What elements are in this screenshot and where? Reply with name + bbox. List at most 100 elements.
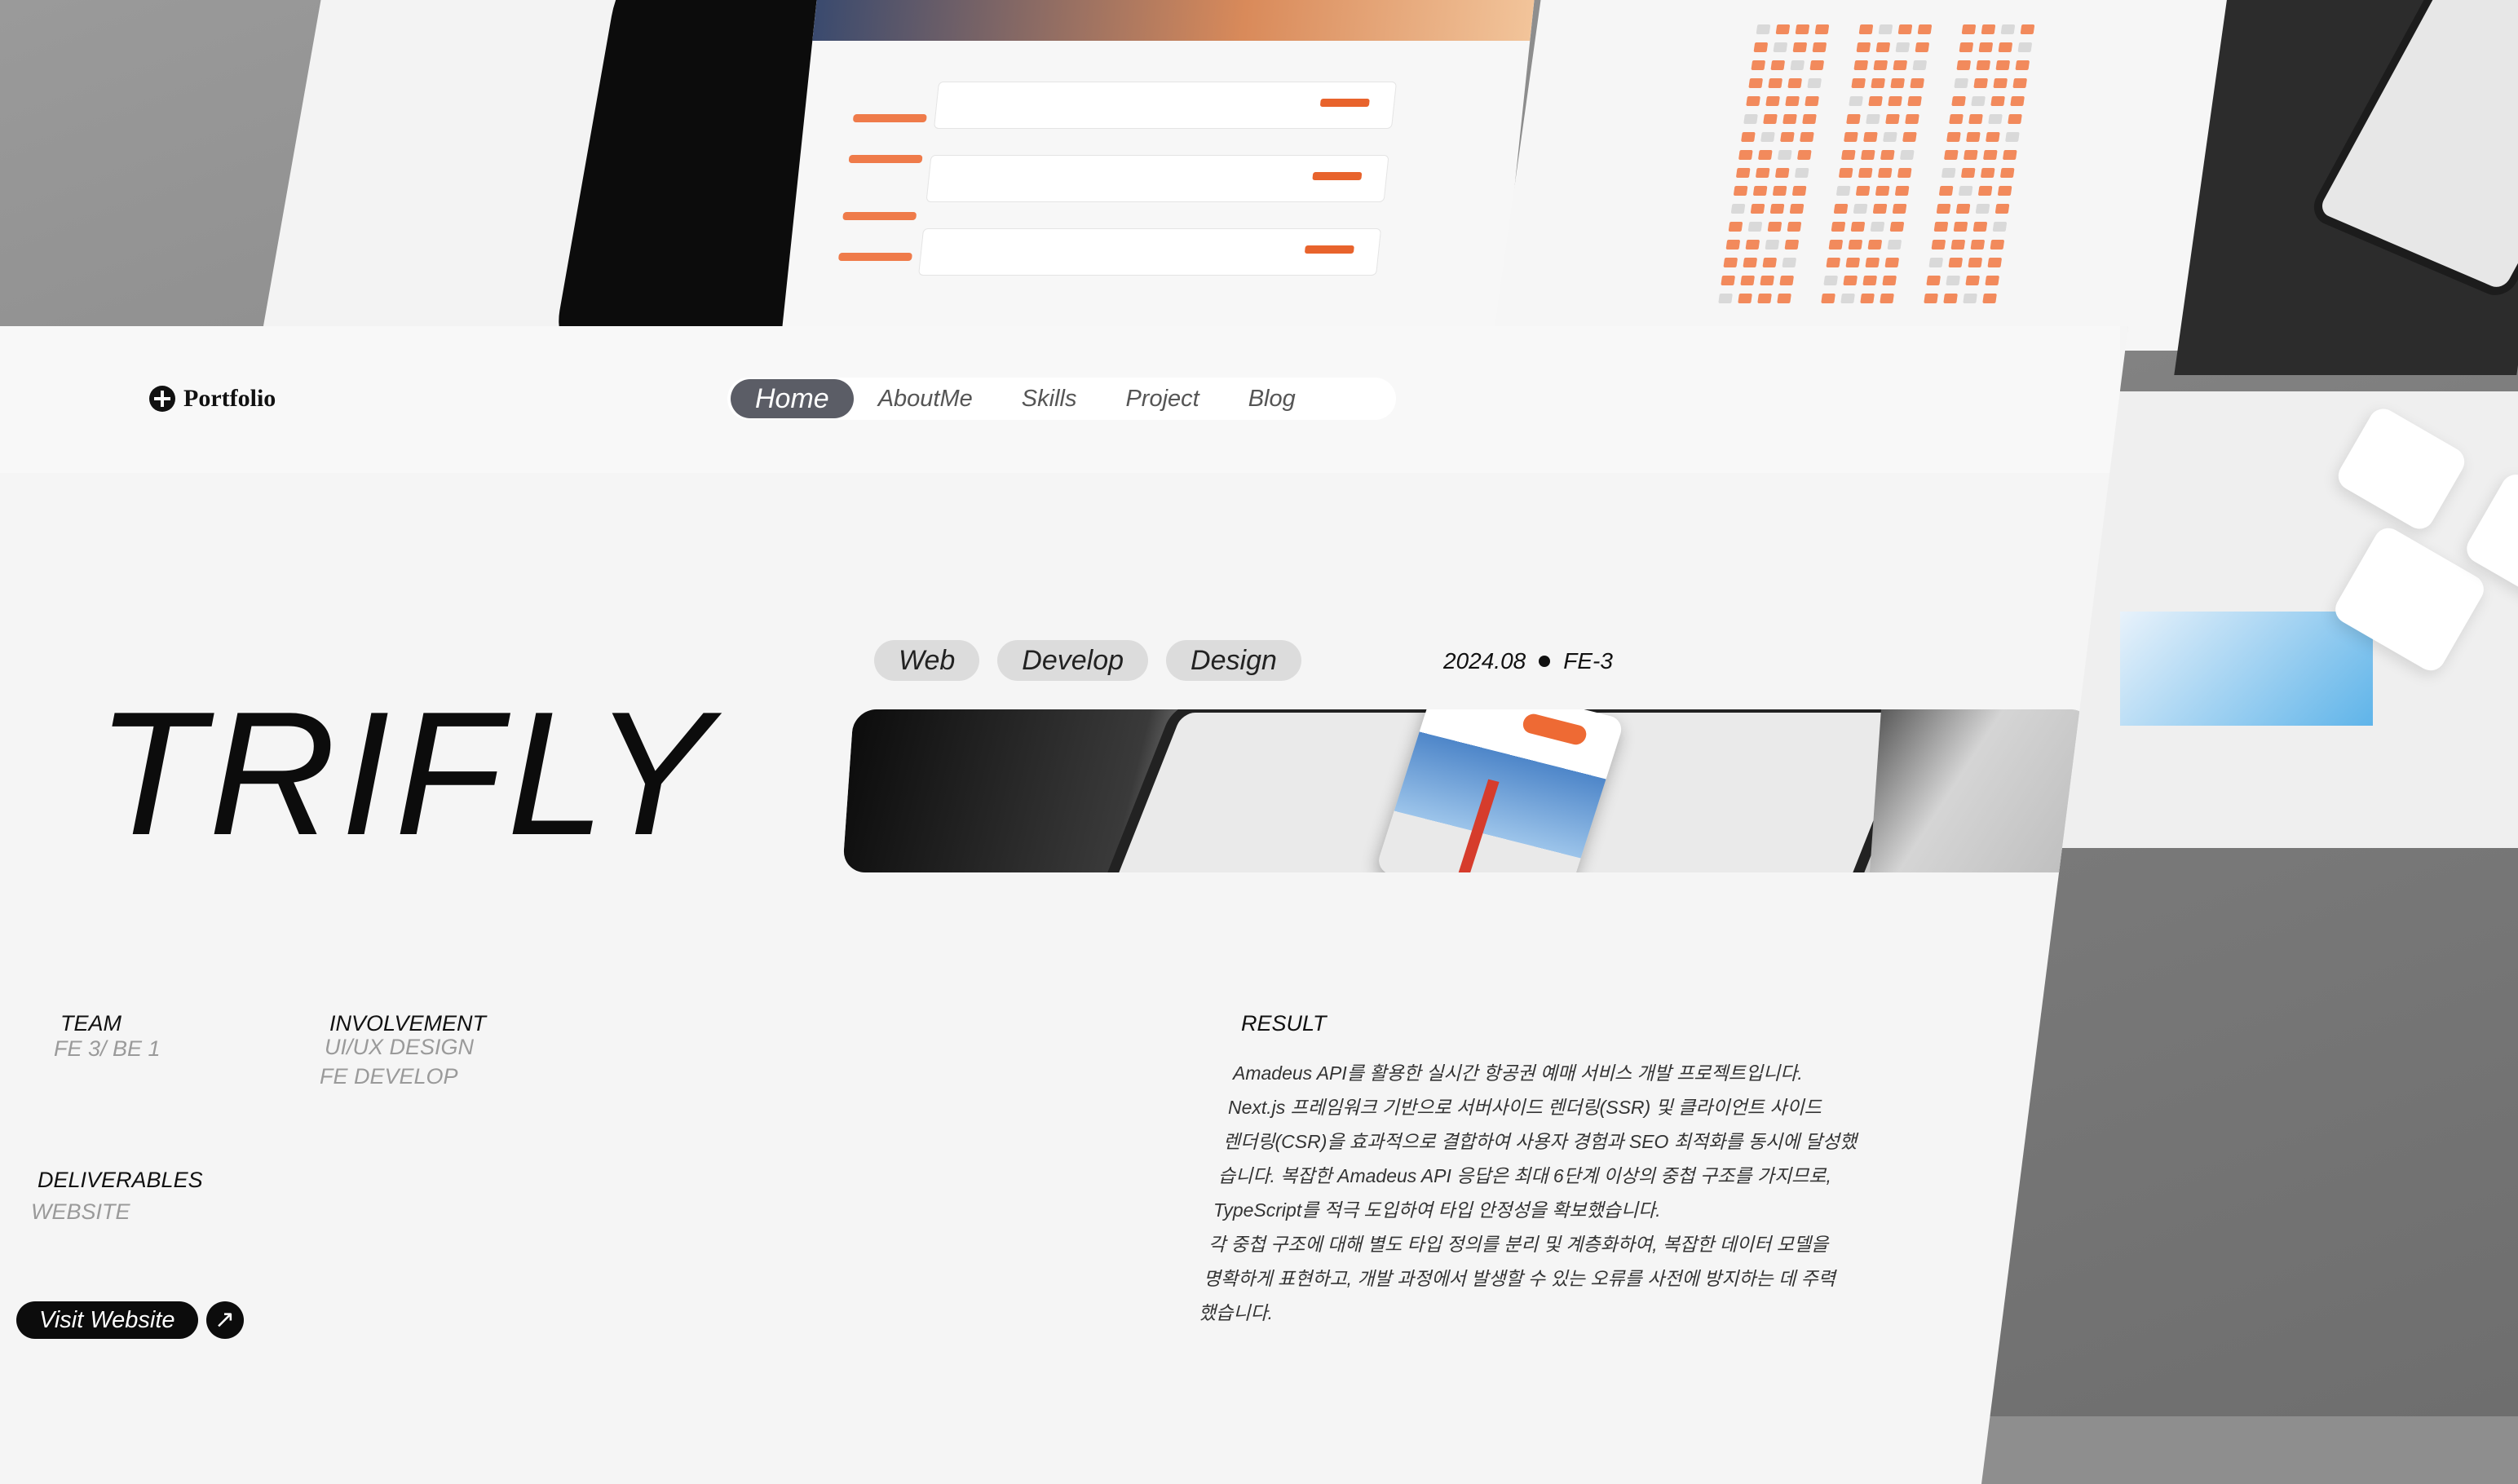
preview-seat xyxy=(1777,294,1791,303)
tag-design: Design xyxy=(1166,640,1301,681)
preview-seat xyxy=(1966,132,1981,142)
preview-seat xyxy=(1973,78,1989,88)
preview-seat xyxy=(1880,294,1894,303)
preview-seat xyxy=(1892,204,1907,214)
preview-seat xyxy=(1902,132,1917,142)
preview-seat xyxy=(1866,114,1880,124)
preview-seat xyxy=(1753,42,1769,52)
tag-develop: Develop xyxy=(997,640,1149,681)
preview-seat xyxy=(1777,150,1792,160)
preview-seat xyxy=(1965,276,1981,285)
result-line: 각 중첩 구조에 대해 별도 타입 정의를 분리 및 계층화하여, 복잡한 데이… xyxy=(1208,1234,1829,1255)
preview-seat xyxy=(2015,60,2030,70)
preview-seat xyxy=(1950,240,1966,250)
preview-seat xyxy=(1890,78,1906,88)
preview-seat xyxy=(1956,60,1972,70)
preview-seat xyxy=(1883,132,1897,142)
preview-seat xyxy=(1757,294,1772,303)
project-card: Portfolio Home AboutMe Skills Project Bl… xyxy=(0,326,2128,1484)
preview-seat xyxy=(1971,96,1986,106)
preview-seat xyxy=(1846,114,1861,124)
bullet-dot-icon xyxy=(1539,656,1551,667)
preview-seat xyxy=(1993,78,2008,88)
preview-seat xyxy=(1763,114,1778,124)
preview-seat xyxy=(1953,222,1968,232)
project-tags: Web Develop Design xyxy=(874,640,1301,681)
preview-seat xyxy=(1775,24,1791,34)
preview-seat xyxy=(1867,240,1883,250)
preview-seat xyxy=(1794,168,1809,178)
preview-seat xyxy=(1721,276,1736,285)
preview-seat xyxy=(2012,78,2028,88)
deliverables-value: WEBSITE xyxy=(31,1199,130,1224)
preview-filter-bar xyxy=(842,212,917,220)
preview-seat xyxy=(1787,78,1803,88)
project-date: 2024.08 xyxy=(1443,648,1526,674)
preview-tablet-device xyxy=(2306,0,2518,302)
preview-seat xyxy=(1949,114,1964,124)
preview-seat xyxy=(1796,150,1812,160)
team-label: TEAM xyxy=(60,1011,122,1036)
preview-seat xyxy=(1988,114,2003,124)
preview-flight-row xyxy=(925,155,1389,202)
preview-seat xyxy=(1870,222,1885,232)
team-value: FE 3/ BE 1 xyxy=(54,1036,161,1061)
logo[interactable]: Portfolio xyxy=(149,385,276,413)
preview-seat xyxy=(1943,150,1959,160)
visit-website-button[interactable]: Visit Website xyxy=(16,1301,198,1339)
preview-seat xyxy=(1809,60,1825,70)
preview-seat xyxy=(2020,24,2035,34)
preview-seat xyxy=(1773,42,1788,52)
preview-seat xyxy=(1860,150,1875,160)
nav-item-aboutme[interactable]: AboutMe xyxy=(854,379,997,418)
result-line: 습니다. 복잡한 Amadeus API 응답은 최대 6단계 이상의 중첩 구… xyxy=(1218,1165,1831,1186)
preview-seat xyxy=(1998,42,2013,52)
preview-seat xyxy=(1851,78,1866,88)
nav-item-blog[interactable]: Blog xyxy=(1224,379,1320,418)
nav-item-skills[interactable]: Skills xyxy=(997,379,1102,418)
preview-seat xyxy=(1718,294,1733,303)
preview-seat xyxy=(1812,42,1827,52)
preview-seat xyxy=(1897,168,1912,178)
preview-seat xyxy=(1958,186,1973,196)
preview-seat xyxy=(1826,258,1841,267)
preview-seat xyxy=(1747,222,1763,232)
preview-seat xyxy=(1970,240,1986,250)
preview-seat xyxy=(1733,186,1748,196)
preview-seat xyxy=(1745,240,1760,250)
preview-seat xyxy=(1840,294,1855,303)
preview-seat xyxy=(1782,258,1797,267)
tag-web: Web xyxy=(874,640,980,681)
deliverables-label: DELIVERABLES xyxy=(38,1168,203,1192)
arrow-up-right-icon[interactable]: ↗ xyxy=(205,1301,244,1339)
preview-seat xyxy=(1978,42,1994,52)
preview-seat xyxy=(1748,78,1764,88)
preview-seat xyxy=(1910,78,1925,88)
preview-seat xyxy=(1959,42,1974,52)
preview-seat xyxy=(1795,24,1810,34)
preview-seat xyxy=(1961,24,1977,34)
preview-seat xyxy=(1878,24,1893,34)
result-line: Next.js 프레임워크 기반으로 서버사이드 렌더링(SSR) 및 클라이언… xyxy=(1228,1097,1822,1118)
preview-seat xyxy=(1791,186,1807,196)
preview-seat xyxy=(1725,240,1741,250)
preview-seat xyxy=(1760,132,1775,142)
logo-text: Portfolio xyxy=(183,385,276,412)
project-meta: 2024.08 FE-3 xyxy=(1443,648,1613,674)
result-line: 렌더링(CSR)을 효과적으로 결합하여 사용자 경험과 SEO 최적화를 동시… xyxy=(1223,1131,1858,1152)
preview-mobile-card xyxy=(2333,403,2470,535)
preview-seat xyxy=(1858,168,1873,178)
preview-seat xyxy=(1968,258,1983,267)
project-team-code: FE-3 xyxy=(1563,648,1613,674)
preview-seat xyxy=(1885,114,1900,124)
nav-item-project[interactable]: Project xyxy=(1101,379,1223,418)
result-line: Amadeus API를 활용한 실시간 항공권 예매 서비스 개발 프로젝트입… xyxy=(1233,1062,1803,1084)
preview-seat xyxy=(2000,24,2016,34)
preview-seat xyxy=(1905,114,1919,124)
nav-item-home[interactable]: Home xyxy=(731,379,854,418)
preview-seat xyxy=(1882,276,1897,285)
preview-seat xyxy=(1946,276,1961,285)
preview-seat xyxy=(1948,258,1964,267)
preview-seat xyxy=(1772,186,1787,196)
preview-seat xyxy=(1858,24,1874,34)
